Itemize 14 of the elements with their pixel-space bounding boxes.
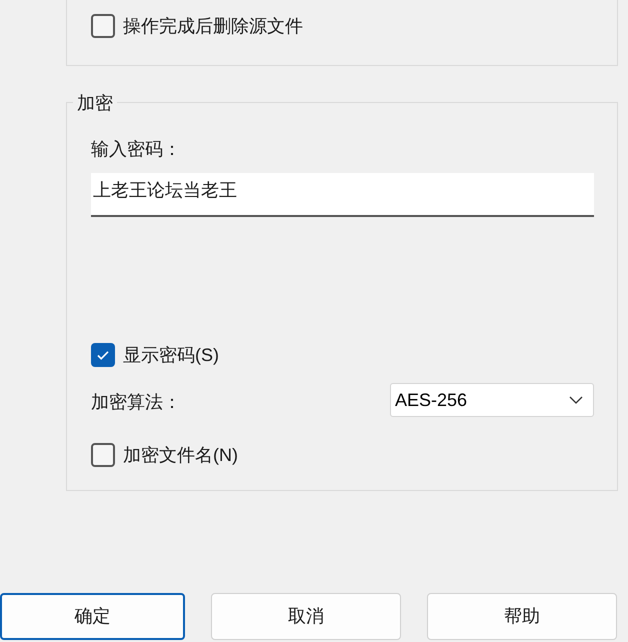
checkbox-label[interactable]: 显示密码(S)	[123, 342, 219, 368]
password-field[interactable]: 上老王论坛当老王	[91, 173, 594, 217]
dialog-button[interactable]: 帮助	[427, 593, 617, 640]
checkbox[interactable]	[91, 443, 115, 467]
checkbox-label[interactable]: 加密文件名(N)	[123, 442, 238, 468]
algorithm-dropdown[interactable]: AES-256	[390, 383, 594, 417]
dialog-button[interactable]: 确定	[0, 593, 185, 640]
algorithm-label: 加密算法：	[91, 391, 181, 414]
checkbox[interactable]	[91, 343, 115, 367]
password-label: 输入密码：	[91, 138, 181, 161]
dialog-button[interactable]: 取消	[211, 593, 401, 640]
chevron-icon	[569, 396, 583, 404]
checkbox[interactable]	[91, 14, 115, 38]
checkbox-label[interactable]: 操作完成后删除源文件	[123, 12, 303, 40]
